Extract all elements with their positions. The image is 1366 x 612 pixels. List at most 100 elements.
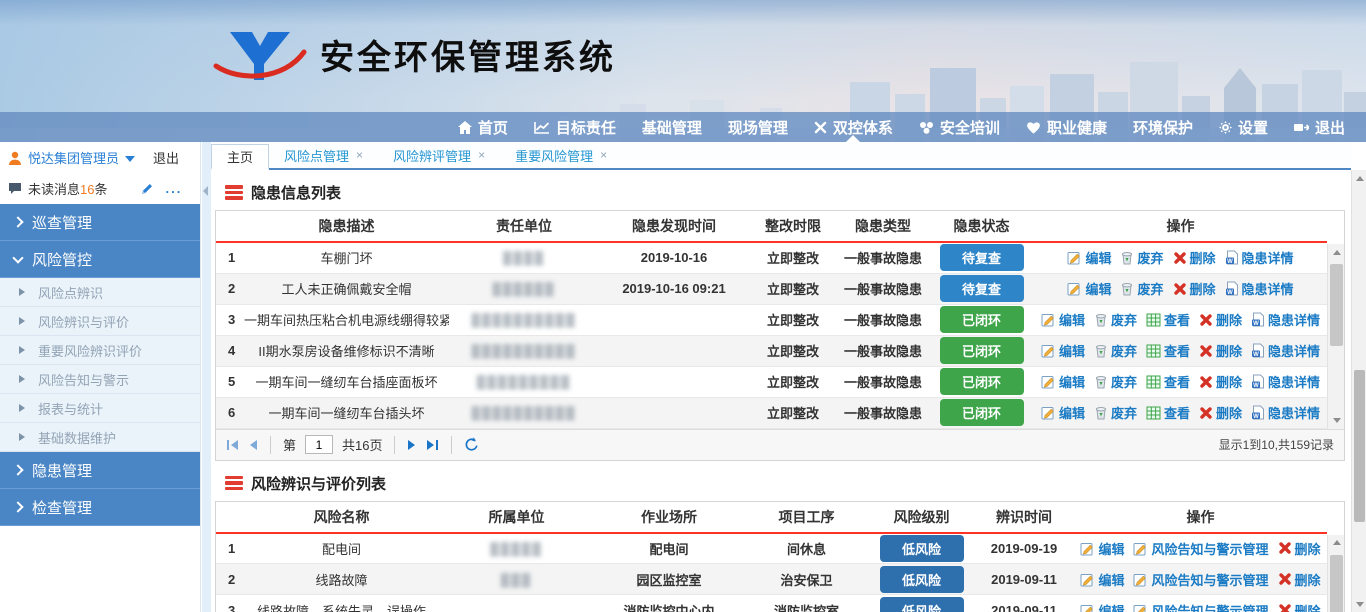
tab-重要风险管理[interactable]: 重要风险管理× xyxy=(500,142,622,168)
scroll-up-icon[interactable] xyxy=(1328,244,1345,260)
delete-link[interactable]: 删除 xyxy=(1199,341,1242,360)
table-cell: 2019-10-16 xyxy=(599,242,749,273)
edit-link[interactable]: 编辑 xyxy=(1067,279,1111,298)
scrollbar-thumb[interactable] xyxy=(1330,264,1343,346)
nav-item-target[interactable]: 目标责任 xyxy=(521,112,629,142)
delete-link[interactable]: 删除 xyxy=(1173,279,1216,298)
sidebar-group-风险管控[interactable]: 风险管控 xyxy=(0,241,200,278)
notice-link[interactable]: 风险告知与警示管理 xyxy=(1133,539,1268,558)
delete-link[interactable]: 删除 xyxy=(1278,601,1321,612)
hazard-table-scrollbar[interactable] xyxy=(1327,244,1344,429)
scrollbar-thumb[interactable] xyxy=(1330,555,1343,612)
delete-link[interactable]: 删除 xyxy=(1278,539,1321,558)
view-link[interactable]: 查看 xyxy=(1146,372,1190,391)
risk-table-scrollbar[interactable] xyxy=(1327,535,1344,612)
edit-link[interactable]: 编辑 xyxy=(1067,248,1111,267)
nav-item-dual[interactable]: 双控体系 xyxy=(801,112,906,142)
nav-item-base[interactable]: 基础管理 xyxy=(629,112,715,142)
sidebar-collapse-handle[interactable] xyxy=(202,142,211,612)
sidebar-group-检查管理[interactable]: 检查管理 xyxy=(0,489,200,526)
delete-link[interactable]: 删除 xyxy=(1199,403,1242,422)
tab-close-icon[interactable]: × xyxy=(356,148,363,162)
table-row: 5一期车间一缝纫车台插座面板坏█████████立即整改一般事故隐患已闭环编辑废… xyxy=(216,366,1327,397)
edit-link[interactable]: 编辑 xyxy=(1080,539,1124,558)
nav-item-exit[interactable]: 退出 xyxy=(1281,112,1358,142)
user-name[interactable]: 悦达集团管理员 xyxy=(28,148,119,167)
last-page-button[interactable] xyxy=(426,439,439,451)
unread-messages-label[interactable]: 未读消息16条 xyxy=(28,179,108,198)
nav-item-env[interactable]: 环境保护 xyxy=(1120,112,1206,142)
tab-主页[interactable]: 主页 xyxy=(211,144,269,170)
detail-link[interactable]: W隐患详情 xyxy=(1251,372,1320,391)
detail-link[interactable]: W隐患详情 xyxy=(1225,248,1294,267)
notice-link[interactable]: 风险告知与警示管理 xyxy=(1133,570,1268,589)
action-label: 查看 xyxy=(1164,341,1190,360)
sidebar-item-基础数据维护[interactable]: 基础数据维护 xyxy=(0,423,200,452)
discard-link[interactable]: 废弃 xyxy=(1094,341,1137,360)
first-page-button[interactable] xyxy=(226,439,239,451)
more-options-icon[interactable]: ... xyxy=(166,181,183,196)
sidebar-group-隐患管理[interactable]: 隐患管理 xyxy=(0,452,200,489)
delete-link[interactable]: 删除 xyxy=(1199,372,1242,391)
nav-item-health[interactable]: 职业健康 xyxy=(1013,112,1120,142)
status-badge: 待复查 xyxy=(940,244,1024,271)
page-number-input[interactable] xyxy=(305,435,333,454)
sidebar-item-重要风险辨识评价[interactable]: 重要风险辨识评价 xyxy=(0,336,200,365)
detail-link[interactable]: W隐患详情 xyxy=(1251,341,1320,360)
page-scrollbar[interactable] xyxy=(1351,170,1366,612)
scroll-down-icon[interactable] xyxy=(1352,596,1366,612)
view-link[interactable]: 查看 xyxy=(1146,341,1190,360)
compose-pencil-icon[interactable] xyxy=(140,182,154,196)
nav-item-home[interactable]: 首页 xyxy=(445,112,521,142)
edit-link[interactable]: 编辑 xyxy=(1080,570,1124,589)
chevron-down-icon[interactable] xyxy=(125,156,135,162)
ops-cell: 编辑废弃查看删除 W隐患详情 xyxy=(1034,397,1327,428)
edit-link[interactable]: 编辑 xyxy=(1041,403,1085,422)
tab-close-icon[interactable]: × xyxy=(600,148,607,162)
scroll-up-icon[interactable] xyxy=(1352,170,1366,186)
detail-link[interactable]: W隐患详情 xyxy=(1251,310,1320,329)
column-header: 隐患描述 xyxy=(244,211,449,242)
nav-item-site[interactable]: 现场管理 xyxy=(715,112,801,142)
sidebar-item-风险辨识与评价[interactable]: 风险辨识与评价 xyxy=(0,307,200,336)
discard-link[interactable]: 废弃 xyxy=(1094,403,1137,422)
discard-link[interactable]: 废弃 xyxy=(1120,248,1163,267)
sidebar-logout-link[interactable]: 退出 xyxy=(153,148,179,167)
nav-item-label: 设置 xyxy=(1238,117,1268,138)
tab-close-icon[interactable]: × xyxy=(478,148,485,162)
detail-link[interactable]: W隐患详情 xyxy=(1225,279,1294,298)
delete-link[interactable]: 删除 xyxy=(1199,310,1242,329)
detail-link[interactable]: W隐患详情 xyxy=(1251,403,1320,422)
refresh-icon[interactable] xyxy=(464,437,479,452)
edit-link[interactable]: 编辑 xyxy=(1080,601,1124,612)
svg-text:W: W xyxy=(1227,259,1233,265)
nav-item-settings[interactable]: 设置 xyxy=(1206,112,1281,142)
edit-icon xyxy=(1041,405,1056,420)
column-header: 风险名称 xyxy=(244,502,439,533)
sidebar-item-风险告知与警示[interactable]: 风险告知与警示 xyxy=(0,365,200,394)
edit-link[interactable]: 编辑 xyxy=(1041,372,1085,391)
discard-link[interactable]: 废弃 xyxy=(1094,310,1137,329)
discard-icon xyxy=(1094,312,1108,327)
tab-风险辨评管理[interactable]: 风险辨评管理× xyxy=(378,142,500,168)
view-link[interactable]: 查看 xyxy=(1146,310,1190,329)
action-label: 查看 xyxy=(1164,372,1190,391)
view-link[interactable]: 查看 xyxy=(1146,403,1190,422)
prev-page-button[interactable] xyxy=(248,439,258,451)
notice-link[interactable]: 风险告知与警示管理 xyxy=(1133,601,1268,612)
scroll-down-icon[interactable] xyxy=(1328,413,1345,429)
edit-link[interactable]: 编辑 xyxy=(1041,310,1085,329)
scrollbar-thumb[interactable] xyxy=(1354,370,1365,522)
sidebar-group-巡查管理[interactable]: 巡查管理 xyxy=(0,204,200,241)
tab-风险点管理[interactable]: 风险点管理× xyxy=(269,142,378,168)
sidebar-item-报表与统计[interactable]: 报表与统计 xyxy=(0,394,200,423)
delete-link[interactable]: 删除 xyxy=(1278,570,1321,589)
delete-link[interactable]: 删除 xyxy=(1173,248,1216,267)
edit-link[interactable]: 编辑 xyxy=(1041,341,1085,360)
scroll-up-icon[interactable] xyxy=(1328,535,1345,551)
sidebar-item-风险点辨识[interactable]: 风险点辨识 xyxy=(0,278,200,307)
discard-link[interactable]: 废弃 xyxy=(1120,279,1163,298)
nav-item-training[interactable]: 安全培训 xyxy=(906,112,1013,142)
discard-link[interactable]: 废弃 xyxy=(1094,372,1137,391)
next-page-button[interactable] xyxy=(407,439,417,451)
